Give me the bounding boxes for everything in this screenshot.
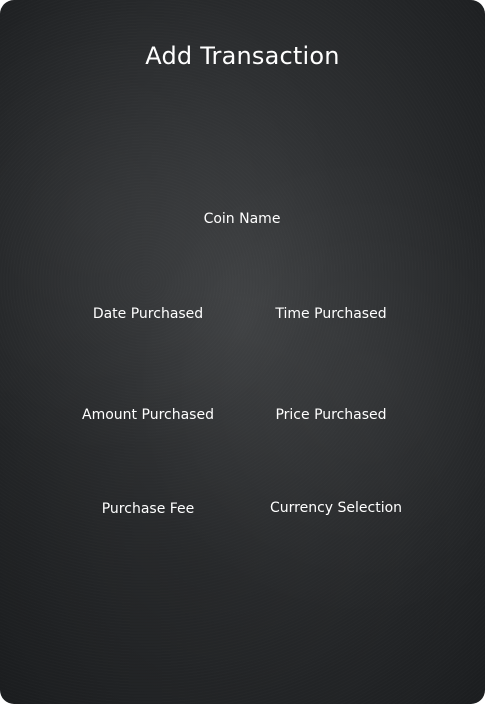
time-purchased-field[interactable]: Time Purchased	[275, 306, 386, 322]
page-title: Add Transaction	[145, 42, 340, 70]
purchase-fee-field[interactable]: Purchase Fee	[102, 501, 195, 517]
currency-selection-field[interactable]: Currency Selection	[270, 500, 402, 516]
date-purchased-field[interactable]: Date Purchased	[93, 306, 203, 322]
background-texture	[0, 0, 485, 704]
add-transaction-panel: Add Transaction Coin Name Date Purchased…	[0, 0, 485, 704]
amount-purchased-field[interactable]: Amount Purchased	[82, 407, 214, 423]
price-purchased-field[interactable]: Price Purchased	[275, 407, 386, 423]
coin-name-field[interactable]: Coin Name	[204, 211, 281, 227]
